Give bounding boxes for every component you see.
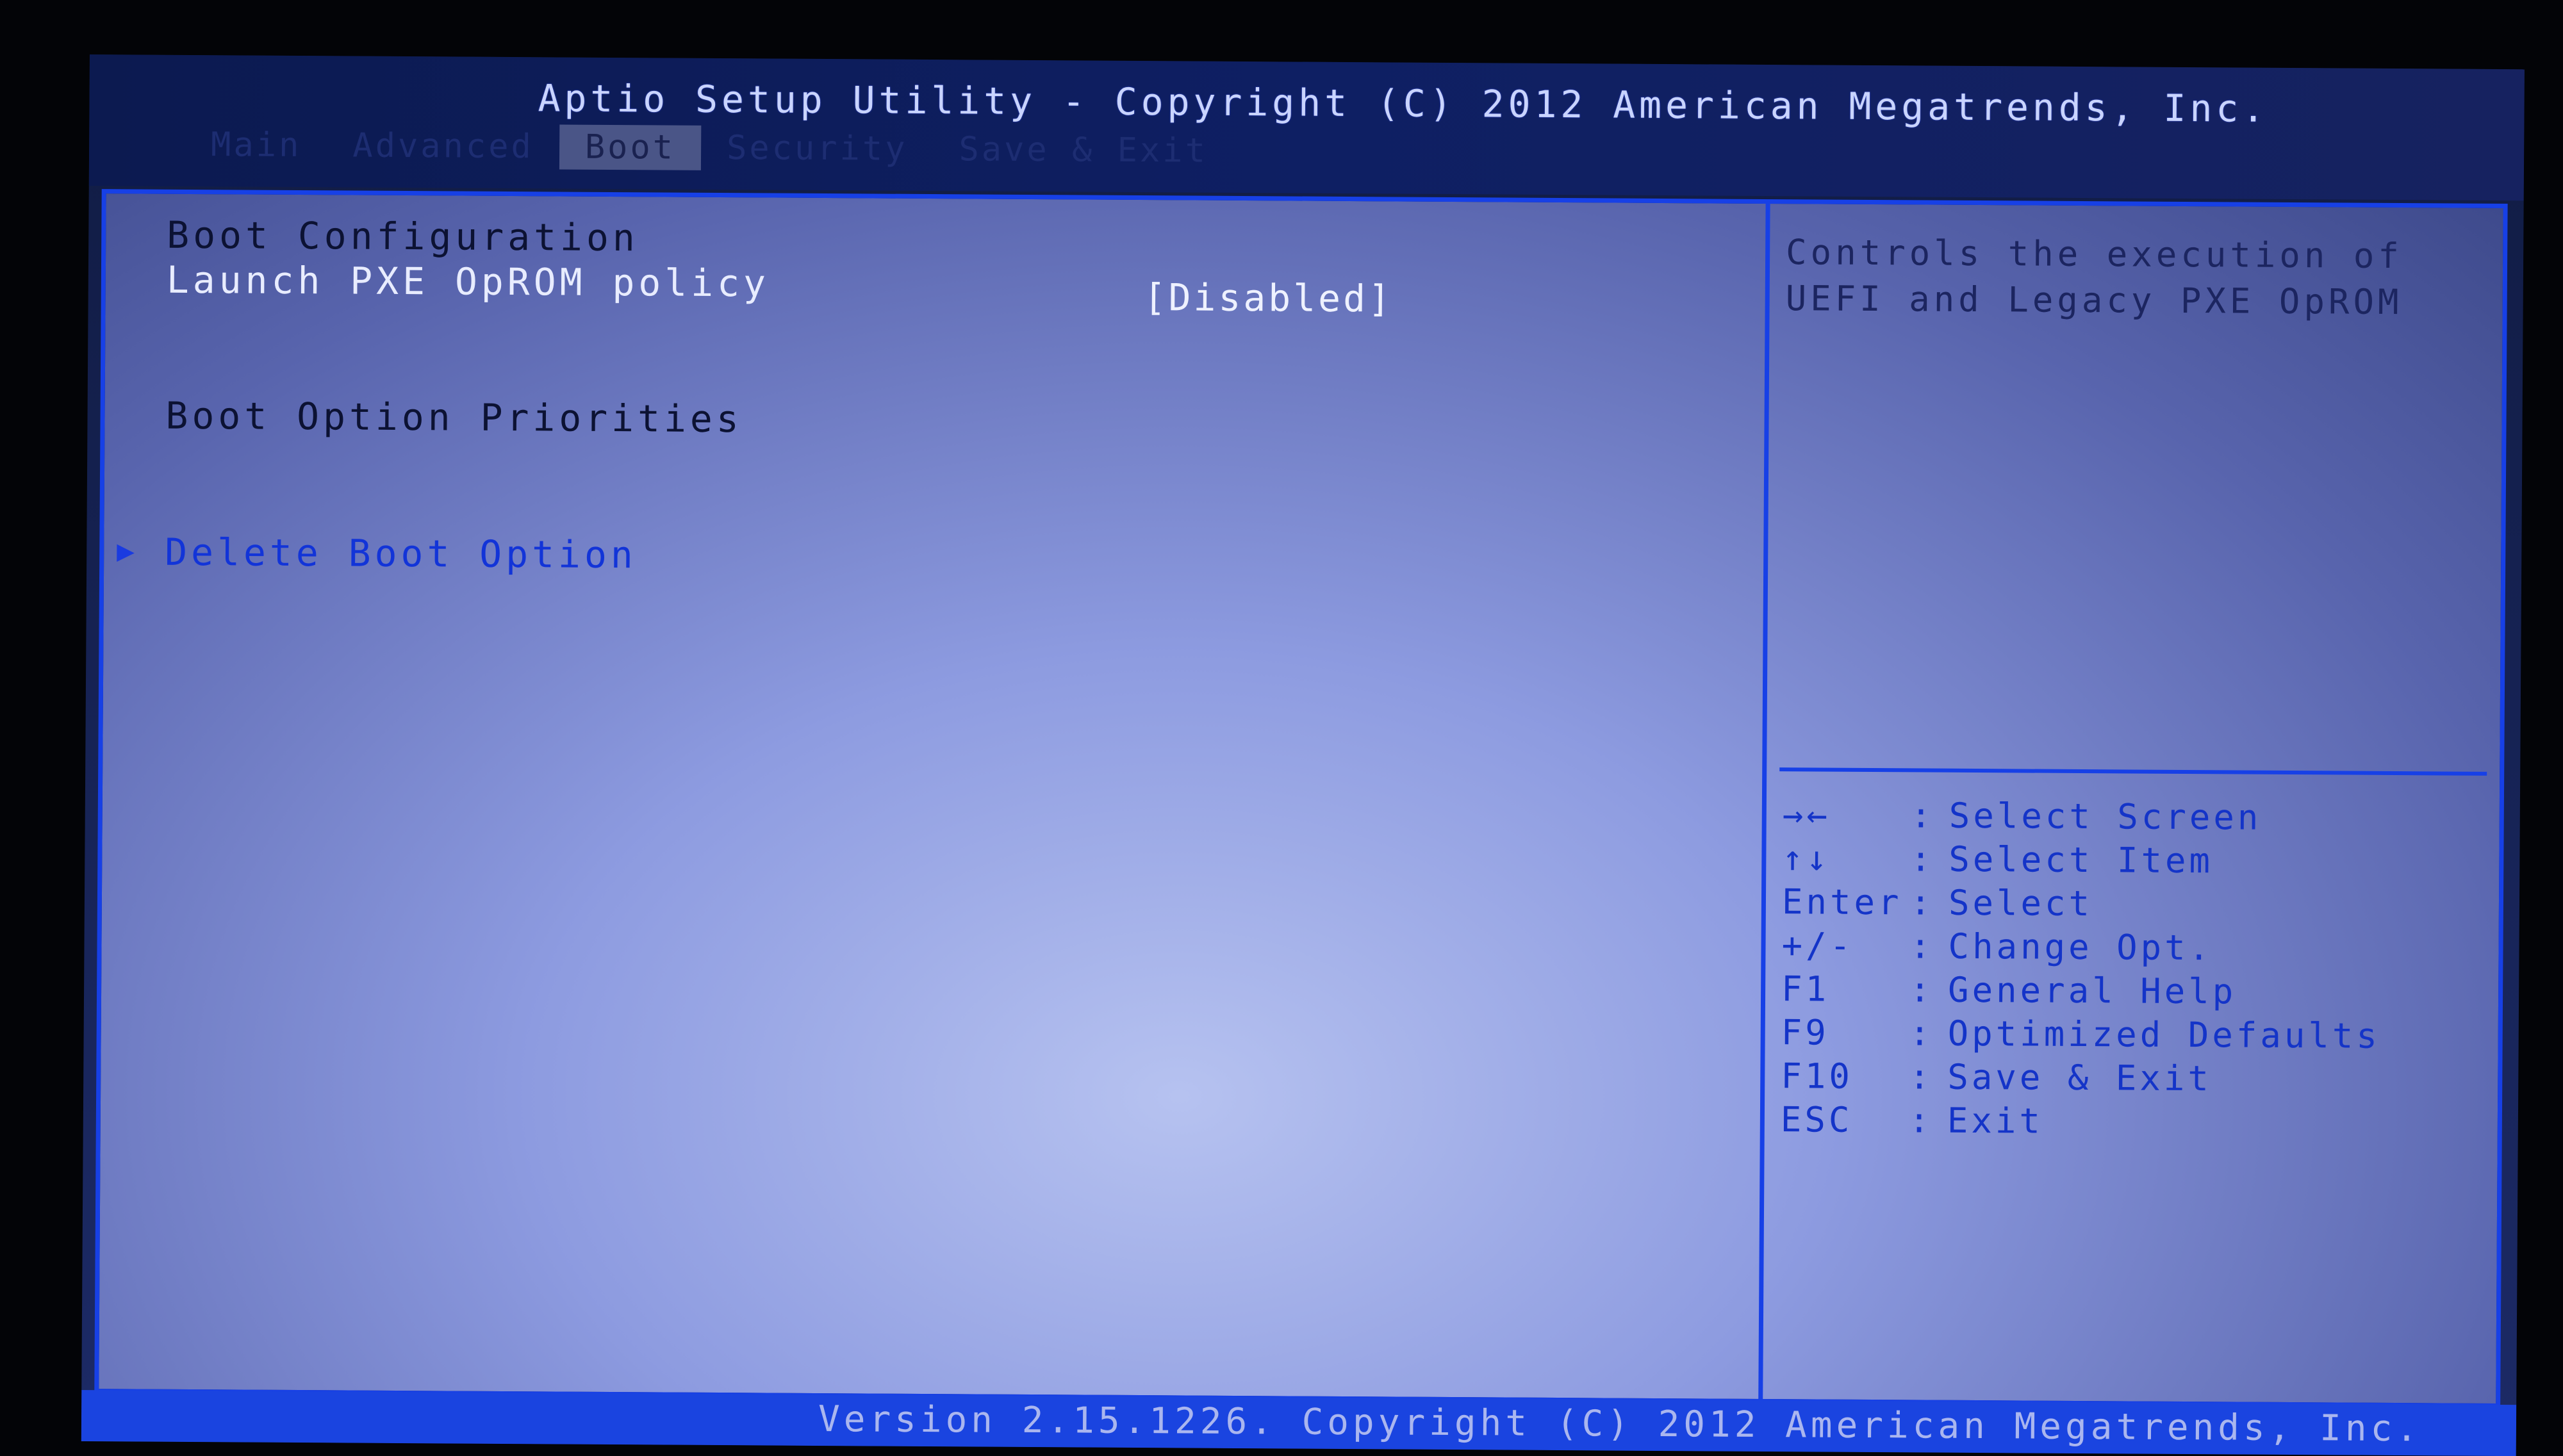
key-row: F1: General Help <box>1781 969 2237 1012</box>
key-row: F9: Optimized Defaults <box>1781 1012 2381 1056</box>
key-legend: →←: Select Screen ↑↓: Select Item Enter: Se… <box>1781 793 2382 1145</box>
main-panel: Boot Configuration Launch PXE OpROM poli… <box>94 189 2508 1409</box>
pxe-policy-value[interactable]: [Disabled] <box>1144 275 1394 320</box>
up-down-arrows-icon: ↑↓ <box>1782 838 1831 879</box>
key-row: →←: Select Screen <box>1782 794 2262 838</box>
footer-version-text: Version 2.15.1226. Copyright (C) 2012 Am… <box>818 1398 2422 1450</box>
tab-security[interactable]: Security <box>701 126 934 172</box>
left-right-arrows-icon: →← <box>1782 794 1831 835</box>
submenu-arrow-icon: ▶ <box>117 533 135 568</box>
help-panel: Controls the execution of UEFI and Legac… <box>1758 203 2503 1403</box>
boot-option-priorities-heading: Boot Option Priorities <box>165 393 743 441</box>
help-divider <box>1779 767 2487 776</box>
key-row: F10: Save & Exit <box>1781 1056 2213 1099</box>
app-title: Aptio Setup Utility - Copyright (C) 2012… <box>538 76 2269 131</box>
bios-screen: Aptio Setup Utility - Copyright (C) 2012… <box>81 54 2525 1456</box>
header-bar: Aptio Setup Utility - Copyright (C) 2012… <box>88 54 2525 201</box>
tab-boot[interactable]: Boot <box>559 124 702 170</box>
tab-bar: Main Advanced Boot Security Save & Exit <box>185 122 1233 174</box>
tab-main[interactable]: Main <box>185 122 327 168</box>
key-row: ↑↓: Select Item <box>1782 838 2214 881</box>
delete-boot-option-link[interactable]: Delete Boot Option <box>165 530 637 577</box>
key-row: +/-: Change Opt. <box>1781 925 2213 969</box>
pxe-policy-label[interactable]: Launch PXE OpROM policy <box>167 258 770 306</box>
tab-save-exit[interactable]: Save & Exit <box>933 127 1233 174</box>
key-row: ESC: Exit <box>1780 1099 2044 1141</box>
tab-advanced[interactable]: Advanced <box>327 123 559 169</box>
boot-configuration-heading: Boot Configuration <box>167 213 639 260</box>
key-row: Enter: Select <box>1781 881 2093 924</box>
settings-panel: Boot Configuration Launch PXE OpROM poli… <box>99 193 1765 1399</box>
help-description: Controls the execution of UEFI and Legac… <box>1785 232 2403 323</box>
